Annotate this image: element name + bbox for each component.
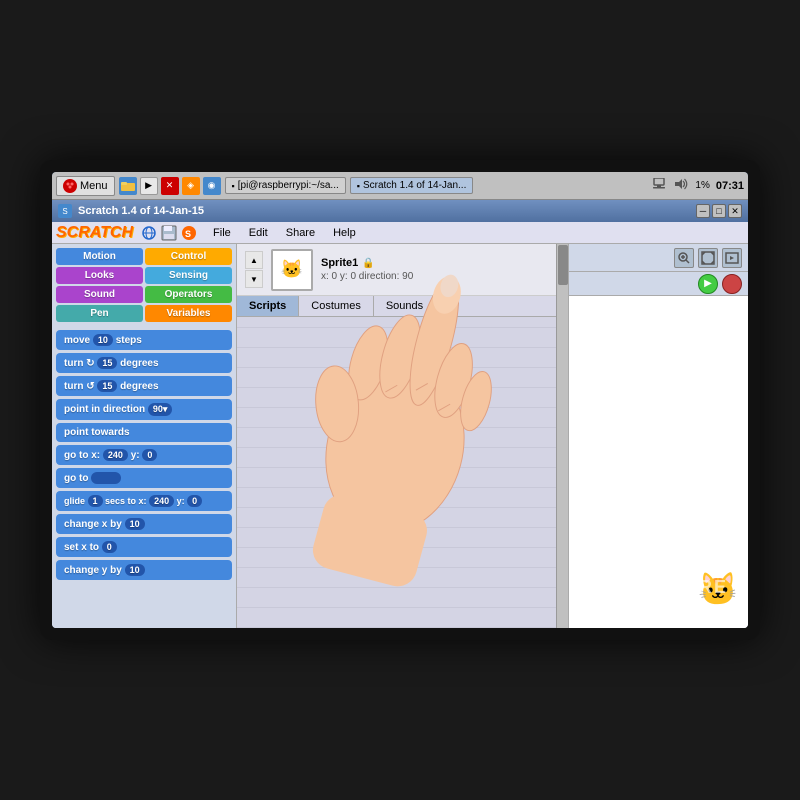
taskbar-icon-terminal[interactable]: ▶	[140, 177, 158, 195]
menu-help[interactable]: Help	[325, 225, 364, 241]
scratch-icon-badge: S	[181, 225, 197, 241]
green-flag-button[interactable]: ▶	[698, 274, 718, 294]
maximize-button[interactable]: □	[712, 204, 726, 218]
globe-icon	[141, 225, 157, 241]
terminal-label: [pi@raspberrypi:~/sa...	[238, 180, 339, 191]
stage-area: ▶ 🐱	[568, 244, 748, 628]
sprite-thumbnail: 🐱	[271, 249, 313, 291]
stage-controls: ▶	[569, 272, 748, 296]
scratch-taskbar-label: Scratch 1.4 of 14-Jan...	[363, 180, 466, 191]
block-turn-right[interactable]: turn ↻ 15 degrees	[56, 353, 232, 373]
blocks-panel: Motion Control Looks Sensing Sound Opera…	[52, 244, 237, 628]
minimize-button[interactable]: ─	[696, 204, 710, 218]
menu-edit[interactable]: Edit	[241, 225, 276, 241]
taskbar-icon-folder[interactable]	[119, 177, 137, 195]
sprite-coords: x: 0 y: 0 direction: 90	[321, 271, 413, 282]
taskbar-icon-red[interactable]: ✕	[161, 177, 179, 195]
taskbar-network-icon	[651, 178, 667, 193]
monitor-frame: Menu ▶ ✕ ◈	[40, 160, 760, 640]
menu-share[interactable]: Share	[278, 225, 323, 241]
window-buttons: ─ □ ✕	[696, 204, 742, 218]
sprite-info: ▲ ▼ 🐱 Sprite1 🔒 x: 0 y: 0 direction: 9	[237, 244, 556, 296]
block-change-x[interactable]: change x by 10	[56, 514, 232, 534]
sprite-nav-down[interactable]: ▼	[245, 270, 263, 288]
block-set-x[interactable]: set x to 0	[56, 537, 232, 557]
taskbar-icon-blue[interactable]: ◉	[203, 177, 221, 195]
block-change-y[interactable]: change y by 10	[56, 560, 232, 580]
tab-costumes[interactable]: Costumes	[299, 296, 374, 316]
category-tabs: Motion Control Looks Sensing Sound Opera…	[52, 244, 236, 326]
cat-sound-btn[interactable]: Sound	[56, 286, 143, 303]
stage-present[interactable]	[722, 248, 742, 268]
taskbar-quick-launch: ▶ ✕ ◈ ◉	[119, 177, 221, 195]
taskbar-volume-icon[interactable]	[673, 178, 689, 193]
tab-scripts[interactable]: Scripts	[237, 296, 299, 316]
taskbar-icon-orange[interactable]: ◈	[182, 177, 200, 195]
cat-pen-btn[interactable]: Pen	[56, 305, 143, 322]
waveshare-watermark: WAVESHARE	[595, 577, 728, 598]
clock: 07:31	[716, 180, 744, 192]
scratch-logo: SCRATCH	[56, 224, 133, 242]
scratch-window: S Scratch 1.4 of 14-Jan-15 ─ □ ✕ SCRATCH	[52, 200, 748, 628]
save-icon[interactable]	[161, 225, 177, 241]
stage-toolbar	[569, 244, 748, 272]
script-scrollbar[interactable]	[556, 244, 568, 628]
stage-fullscreen[interactable]	[698, 248, 718, 268]
script-area-wrapper: ▲ ▼ 🐱 Sprite1 🔒 x: 0 y: 0 direction: 9	[237, 244, 556, 628]
scratch-title: Scratch 1.4 of 14-Jan-15	[78, 205, 690, 217]
block-go-to[interactable]: go to	[56, 468, 232, 488]
sprite-details: Sprite1 🔒 x: 0 y: 0 direction: 90	[321, 257, 413, 282]
raspberry-icon	[63, 179, 77, 193]
cat-sensing-btn[interactable]: Sensing	[145, 267, 232, 284]
cat-variables-btn[interactable]: Variables	[145, 305, 232, 322]
taskbar-terminal-window[interactable]: ▪ [pi@raspberrypi:~/sa...	[225, 177, 346, 194]
screen: Menu ▶ ✕ ◈	[52, 172, 748, 628]
cat-looks-btn[interactable]: Looks	[56, 267, 143, 284]
taskbar-right: 1% 07:31	[651, 178, 744, 193]
taskbar-scratch-window[interactable]: ▪ Scratch 1.4 of 14-Jan...	[350, 177, 474, 194]
script-canvas[interactable]	[237, 317, 556, 628]
scratch-app-icon: S	[58, 204, 72, 218]
cat-operators-btn[interactable]: Operators	[145, 286, 232, 303]
taskbar: Menu ▶ ✕ ◈	[52, 172, 748, 200]
block-go-to-xy[interactable]: go to x: 240 y: 0	[56, 445, 232, 465]
scrollbar-thumb[interactable]	[558, 245, 568, 285]
taskbar-menu-button[interactable]: Menu	[56, 176, 115, 196]
block-point-direction[interactable]: point in direction 90▾	[56, 399, 232, 420]
blocks-list: move 10 steps turn ↻ 15 degrees turn ↺ 1…	[52, 326, 236, 628]
scratch-titlebar: S Scratch 1.4 of 14-Jan-15 ─ □ ✕	[52, 200, 748, 222]
stage-zoom-in[interactable]	[674, 248, 694, 268]
svg-text:S: S	[185, 229, 191, 239]
block-move[interactable]: move 10 steps	[56, 330, 232, 350]
block-turn-left[interactable]: turn ↺ 15 degrees	[56, 376, 232, 396]
cat-control-btn[interactable]: Control	[145, 248, 232, 265]
sprite-lock-icon: 🔒	[362, 258, 374, 269]
menu-file[interactable]: File	[205, 225, 239, 241]
scratch-menubar: SCRATCH	[52, 222, 748, 244]
sprite-nav-up[interactable]: ▲	[245, 251, 263, 269]
menu-label: Menu	[80, 180, 108, 192]
sprite-name: Sprite1	[321, 257, 358, 269]
cat-motion-btn[interactable]: Motion	[56, 248, 143, 265]
scratch-main: Motion Control Looks Sensing Sound Opera…	[52, 244, 748, 628]
script-tabs: Scripts Costumes Sounds	[237, 296, 556, 317]
close-button[interactable]: ✕	[728, 204, 742, 218]
tab-sounds[interactable]: Sounds	[374, 296, 436, 316]
volume-level: 1%	[695, 180, 709, 191]
stop-button[interactable]	[722, 274, 742, 294]
block-glide[interactable]: glide 1 secs to x: 240 y: 0	[56, 491, 232, 511]
block-point-towards[interactable]: point towards	[56, 423, 232, 442]
